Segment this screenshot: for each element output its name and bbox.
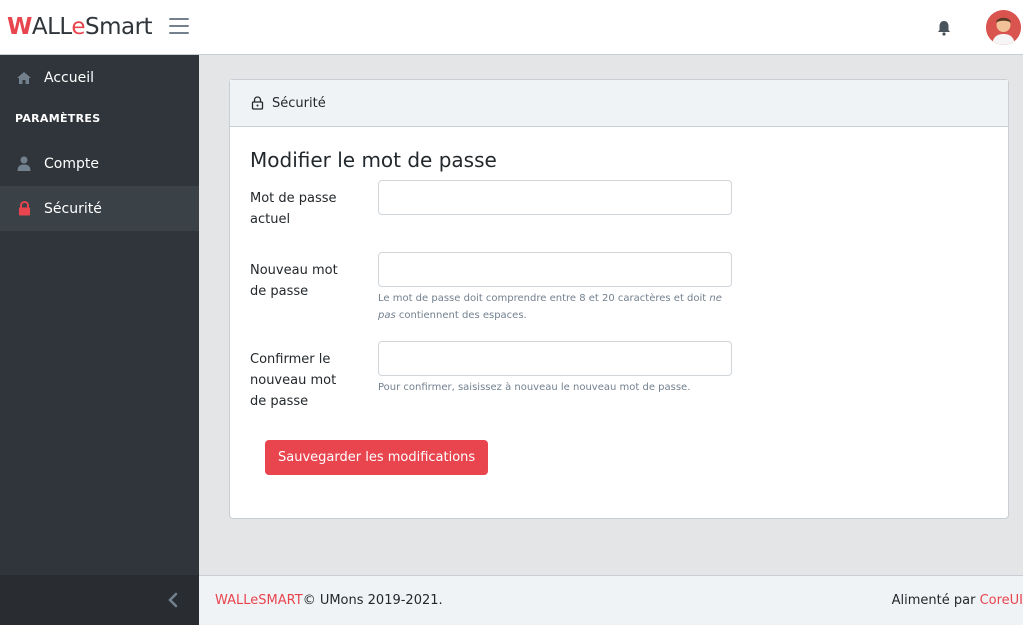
lock-outline-icon [251, 96, 264, 110]
current-password-label: Mot de passe actuel [250, 191, 337, 227]
hamburger-icon[interactable] [169, 18, 189, 36]
confirm-password-input[interactable] [378, 341, 732, 376]
brand-logo[interactable]: WALLeSmart [7, 12, 153, 42]
footer: WALLeSMART© UMons 2019-2021. Alimenté pa… [199, 575, 1023, 625]
confirm-password-help: Pour confirmer, saisissez à nouveau le n… [378, 382, 691, 393]
sidebar-section-title: PARAMÈTRES [15, 112, 101, 125]
new-password-help: Le mot de passe doit comprendre entre 8 … [378, 293, 722, 321]
avatar[interactable] [986, 10, 1021, 45]
home-icon [15, 70, 33, 86]
footer-brand-link[interactable]: WALLeSMART [215, 593, 303, 608]
chevron-left-icon[interactable] [164, 591, 184, 609]
card-header: Sécurité [230, 80, 1008, 127]
bell-icon[interactable] [935, 19, 953, 37]
sidebar-footer [0, 575, 199, 625]
sidebar-item-label: Compte [44, 155, 99, 172]
footer-copyright: WALLeSMART© UMons 2019-2021. [215, 593, 443, 608]
sidebar-item-account[interactable]: Compte [0, 141, 199, 186]
sidebar-item-label: Accueil [44, 69, 94, 86]
user-icon [15, 156, 33, 172]
sidebar-item-label: Sécurité [44, 200, 102, 217]
card-header-title: Sécurité [272, 95, 326, 111]
top-header: WALLeSmart [0, 0, 1023, 55]
new-password-label: Nouveau mot de passe [250, 263, 338, 299]
brand-e: e [71, 14, 85, 40]
brand-all: ALL [31, 14, 72, 40]
brand-w: W [7, 14, 32, 40]
sidebar-item-security[interactable]: Sécurité [0, 186, 199, 231]
new-password-input[interactable] [378, 252, 732, 287]
sidebar-item-home[interactable]: Accueil [0, 55, 199, 100]
page-title: Modifier le mot de passe [250, 148, 497, 172]
footer-powered-by: Alimenté par CoreUI [891, 593, 1023, 608]
security-card: Sécurité Modifier le mot de passe Mot de… [229, 79, 1009, 519]
coreui-link[interactable]: CoreUI [980, 593, 1023, 608]
confirm-password-label: Confirmer le nouveau mot de passe [250, 352, 337, 409]
brand-smart: Smart [85, 14, 153, 40]
lock-icon [15, 201, 33, 217]
sidebar: Accueil PARAMÈTRES Compte Sécurité [0, 55, 199, 625]
current-password-input[interactable] [378, 180, 732, 215]
save-button[interactable]: Sauvegarder les modifications [265, 440, 489, 475]
